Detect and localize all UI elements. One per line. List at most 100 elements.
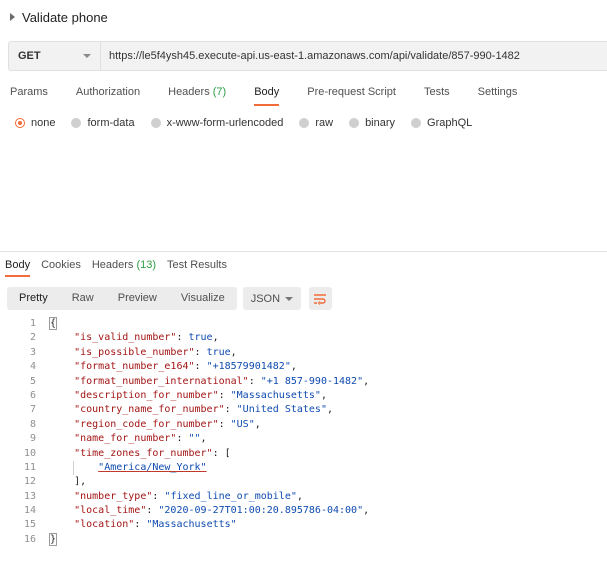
code-line: 5 "format_number_international": "+1 857…: [0, 375, 607, 389]
body-type-x-www-form-urlencoded[interactable]: x-www-form-urlencoded: [150, 117, 283, 129]
indent-guide: [73, 460, 74, 476]
response-tab-cookies[interactable]: Cookies: [41, 255, 81, 277]
json-value: "United States": [236, 404, 327, 416]
line-number: 16: [23, 533, 36, 545]
body-type-form-data[interactable]: form-data: [71, 117, 135, 129]
body-type-options: none form-data x-www-form-urlencoded raw bin…: [0, 114, 607, 132]
tab-label: Params: [10, 86, 48, 98]
view-mode-raw[interactable]: Raw: [60, 287, 106, 310]
json-punctuation: ,: [363, 375, 370, 387]
json-punctuation: :: [194, 346, 207, 358]
body-type-binary[interactable]: binary: [349, 117, 395, 129]
line-number: 9: [29, 433, 36, 445]
body-type-graphql[interactable]: GraphQL: [411, 117, 472, 129]
json-punctuation: [50, 332, 74, 343]
view-mode-preview[interactable]: Preview: [106, 287, 169, 310]
response-tab-headers[interactable]: Headers (13): [92, 255, 156, 277]
response-tab-test-results[interactable]: Test Results: [167, 255, 227, 277]
line-number: 4: [29, 361, 36, 373]
body-type-none[interactable]: none: [15, 117, 55, 129]
tab-label: Headers: [168, 86, 210, 98]
json-punctuation: [50, 390, 74, 401]
radio-icon[interactable]: [15, 118, 25, 128]
format-label: JSON: [250, 292, 281, 305]
code-text: {: [36, 317, 58, 331]
radio-icon[interactable]: [299, 118, 310, 128]
line-number: 15: [23, 519, 36, 531]
caret-right-icon[interactable]: [10, 13, 15, 21]
code-text: "time_zones_for_number": [: [36, 447, 231, 461]
tab-body[interactable]: Body: [254, 80, 280, 106]
response-tab-body[interactable]: Body: [5, 255, 31, 277]
json-key: "format_number_international": [74, 375, 249, 387]
code-text: "format_number_e164": "+18579901482",: [36, 360, 297, 374]
code-text: ],: [36, 475, 86, 489]
format-select[interactable]: JSON: [242, 287, 301, 310]
json-value: "America/New_York": [98, 461, 207, 473]
code-line: 9 "name_for_number": "",: [0, 432, 607, 446]
tab-authorization[interactable]: Authorization: [76, 80, 140, 106]
tab-label: Cookies: [41, 259, 81, 271]
json-value: "2020-09-27T01:00:20.895786-04:00": [158, 505, 364, 517]
view-mode-visualize[interactable]: Visualize: [169, 287, 237, 310]
tab-label: Authorization: [75, 86, 141, 98]
tab-settings[interactable]: Settings: [478, 80, 518, 106]
json-key: "region_code_for_number": [74, 418, 219, 430]
json-punctuation: [50, 347, 74, 358]
json-punctuation: :: [248, 375, 261, 387]
json-punctuation: [50, 505, 74, 516]
request-title-bar[interactable]: Validate phone: [0, 0, 607, 34]
json-punctuation: ,: [363, 505, 370, 517]
radio-icon[interactable]: [411, 118, 422, 128]
code-line: 2 "is_valid_number": true,: [0, 331, 607, 345]
json-key: "is_possible_number": [74, 346, 195, 358]
tab-tests[interactable]: Tests: [424, 80, 450, 106]
json-punctuation: ,: [326, 404, 333, 416]
json-punctuation: ,: [290, 361, 297, 373]
body-type-label: none: [31, 117, 56, 129]
code-line: 12 ],: [0, 475, 607, 489]
line-number: 2: [29, 332, 36, 344]
json-punctuation: ,: [296, 490, 303, 502]
code-line: 11 "America/New_York": [0, 460, 607, 476]
view-mode-pretty[interactable]: Pretty: [7, 287, 60, 310]
json-punctuation: :: [218, 389, 231, 401]
json-punctuation: [50, 404, 74, 415]
body-type-raw[interactable]: raw: [299, 117, 333, 129]
line-number: 10: [23, 447, 36, 459]
json-punctuation: :: [176, 332, 189, 344]
json-value: "Massachusetts": [146, 519, 237, 531]
json-punctuation: [50, 491, 74, 502]
url-input[interactable]: https://le5f4ysh45.execute-api.us-east-1…: [100, 41, 607, 71]
pane-divider[interactable]: [0, 251, 607, 252]
json-punctuation: }: [48, 532, 58, 546]
chevron-down-icon: [284, 296, 293, 301]
line-number: 3: [29, 346, 36, 358]
radio-icon[interactable]: [349, 118, 360, 128]
response-view-bar: Pretty Raw Preview Visualize JSON: [7, 287, 332, 310]
tab-headers[interactable]: Headers (7): [168, 80, 226, 106]
json-key: "country_name_for_number": [74, 404, 225, 416]
wrap-lines-button[interactable]: [308, 287, 332, 310]
line-number: 13: [23, 490, 36, 502]
line-number: 14: [23, 505, 36, 517]
tab-pre-request-script[interactable]: Pre-request Script: [307, 80, 396, 106]
radio-icon[interactable]: [150, 118, 161, 128]
tab-params[interactable]: Params: [10, 80, 48, 106]
tab-label: Body: [254, 86, 280, 98]
code-line: 6 "description_for_number": "Massachuset…: [0, 389, 607, 403]
radio-icon[interactable]: [71, 118, 82, 128]
json-punctuation: :: [224, 404, 237, 416]
json-value: "+1 857-990-1482": [260, 375, 364, 387]
response-body-viewer[interactable]: 1{2 "is_valid_number": true, 3 "is_possib…: [0, 317, 607, 547]
request-title[interactable]: Validate phone: [22, 10, 108, 25]
json-punctuation: [50, 448, 74, 459]
method-select[interactable]: GET: [8, 41, 100, 71]
json-punctuation: :: [218, 418, 231, 430]
line-number: 12: [23, 476, 36, 488]
request-tabs: Params Authorization Headers (7) Body Pre-re…: [0, 80, 607, 106]
json-punctuation: ,: [200, 433, 207, 445]
json-value: "+18579901482": [206, 361, 291, 373]
json-value: "fixed_line_or_mobile": [164, 490, 297, 502]
code-line: 13 "number_type": "fixed_line_or_mobile"…: [0, 490, 607, 504]
